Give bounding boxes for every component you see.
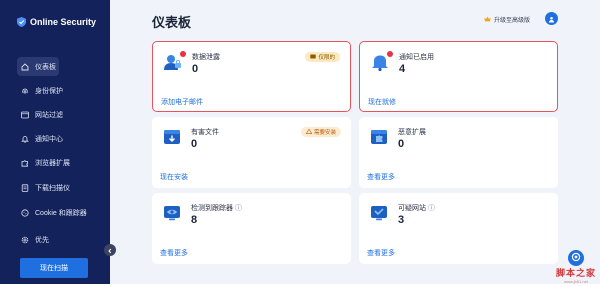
sidebar: Online Security 仪表板 身份保护 网站过滤 通知中心 浏览器扩展… <box>0 0 110 284</box>
sidebar-item-label: 浏览器扩展 <box>35 159 70 167</box>
user-avatar[interactable] <box>545 12 558 25</box>
status-badge: 需要安装 <box>300 127 341 137</box>
sidebar-item-identity-protection[interactable]: 身份保护 <box>19 81 102 100</box>
sidebar-item-dashboard[interactable]: 仪表板 <box>17 57 59 76</box>
sidebar-item-label: 仪表板 <box>35 63 56 71</box>
card-title: 检测到跟踪器 ⓘ <box>191 203 242 213</box>
watermark-text: 脚本之家 <box>556 269 597 279</box>
card-value: 0 <box>192 63 199 75</box>
sidebar-item-download-scanner[interactable]: 下载扫描仪 <box>19 178 102 197</box>
card-value: 0 <box>398 138 405 150</box>
puzzle-icon <box>21 159 29 167</box>
card-title: 可疑网站 ⓘ <box>398 203 435 213</box>
app-logo[interactable]: Online Security <box>17 17 96 27</box>
card-value: 3 <box>398 214 405 226</box>
download-scan-icon <box>21 183 29 192</box>
sidebar-item-cookies-trackers[interactable]: Cookie 和跟踪器 <box>19 203 102 222</box>
card-harmful-files[interactable]: 有害文件 0 需要安装 现在安装 <box>152 117 351 188</box>
sidebar-item-website-filter[interactable]: 网站过滤 <box>19 105 102 124</box>
alert-dot <box>387 51 393 57</box>
view-more-link[interactable]: 查看更多 <box>160 248 188 258</box>
user-icon <box>548 10 555 28</box>
sidebar-item-label: 通知中心 <box>35 135 63 143</box>
card-title: 通知已启用 <box>399 54 434 61</box>
help-button[interactable] <box>568 250 584 266</box>
sidebar-item-label: 网站过滤 <box>35 111 63 119</box>
alert-dot <box>180 51 186 57</box>
sidebar-item-label: 下载扫描仪 <box>35 184 70 192</box>
sidebar-item-browser-extensions[interactable]: 浏览器扩展 <box>19 153 102 172</box>
sidebar-item-label: 身份保护 <box>35 87 63 95</box>
sidebar-item-label: 优先 <box>35 236 49 244</box>
data-breach-icon <box>163 51 186 72</box>
shield-logo-icon <box>17 17 26 27</box>
chevron-left-icon <box>107 241 113 259</box>
cookie-icon <box>21 208 29 217</box>
browser-shield-icon <box>21 111 29 119</box>
install-now-link[interactable]: 现在安装 <box>160 172 188 182</box>
settings-gear-icon <box>21 236 29 244</box>
mail-icon <box>310 54 317 61</box>
card-title: 数据泄露 <box>192 54 220 61</box>
download-file-icon <box>162 127 182 147</box>
page-title: 仪表板 <box>152 15 192 30</box>
card-value: 0 <box>191 138 198 150</box>
view-more-link[interactable]: 查看更多 <box>367 172 395 182</box>
upgrade-label: 升级至高级版 <box>494 18 531 24</box>
status-badge: 仅限的 <box>305 52 340 62</box>
sidebar-item-notification-center[interactable]: 通知中心 <box>19 129 102 148</box>
collapse-sidebar-button[interactable] <box>104 244 116 256</box>
upgrade-premium-link[interactable]: 升级至高级版 <box>484 15 530 24</box>
warning-icon <box>305 128 313 136</box>
card-value: 8 <box>191 214 198 226</box>
fingerprint-icon <box>21 87 29 95</box>
home-icon <box>21 62 29 71</box>
support-icon <box>571 249 581 267</box>
info-icon[interactable]: ⓘ <box>428 203 435 213</box>
bell-icon <box>370 51 393 72</box>
eye-tracker-icon <box>162 203 182 223</box>
scan-now-button[interactable]: 现在扫描 <box>20 258 88 278</box>
watermark: 脚本之家 www.jb51.net <box>556 266 596 284</box>
sidebar-item-preferences[interactable]: 优先 <box>19 230 102 249</box>
card-title: 有害文件 <box>191 129 219 136</box>
card-value: 4 <box>399 63 406 75</box>
card-trackers-detected[interactable]: 检测到跟踪器 ⓘ 8 查看更多 <box>152 193 351 264</box>
suspicious-site-icon <box>369 203 389 223</box>
card-malicious-extensions[interactable]: 恶意扩展 0 查看更多 <box>359 117 558 188</box>
card-data-breach[interactable]: 数据泄露 0 仅限的 添加电子邮件 <box>152 41 351 112</box>
bell-icon <box>21 135 29 143</box>
extension-alert-icon <box>369 127 389 147</box>
app-name: Online Security <box>30 17 97 27</box>
app-window: Online Security 仪表板 身份保护 网站过滤 通知中心 浏览器扩展… <box>0 0 600 287</box>
fix-now-link[interactable]: 现在就修 <box>368 97 396 107</box>
crown-icon <box>484 16 491 24</box>
card-suspicious-sites[interactable]: 可疑网站 ⓘ 3 查看更多 <box>359 193 558 264</box>
sidebar-item-label: Cookie 和跟踪器 <box>35 209 87 217</box>
add-email-link[interactable]: 添加电子邮件 <box>161 97 203 107</box>
info-icon[interactable]: ⓘ <box>235 203 242 213</box>
card-notifications-enabled[interactable]: 通知已启用 4 现在就修 <box>359 41 558 112</box>
card-title: 恶意扩展 <box>398 129 426 136</box>
view-more-link[interactable]: 查看更多 <box>367 248 395 258</box>
